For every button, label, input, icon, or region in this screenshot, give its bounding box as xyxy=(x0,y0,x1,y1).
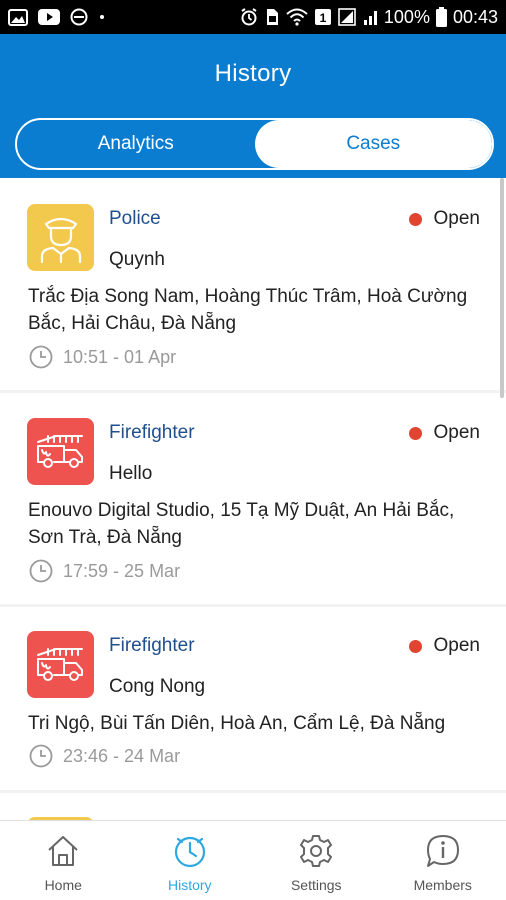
signal-icon xyxy=(338,8,358,26)
case-type: Firefighter xyxy=(109,635,195,656)
case-type: Police xyxy=(109,208,161,229)
gallery-icon xyxy=(8,8,28,26)
status-label: Open xyxy=(433,422,480,443)
history-clock-icon xyxy=(170,831,210,871)
battery-percent: 100% xyxy=(383,6,430,27)
nav-members[interactable]: Members xyxy=(380,821,506,900)
police-officer-icon xyxy=(27,204,94,271)
status-badge: Open xyxy=(408,422,480,444)
do-not-disturb-icon xyxy=(70,8,88,26)
case-card[interactable] xyxy=(0,793,506,820)
alarm-icon xyxy=(240,8,258,26)
scrollbar[interactable] xyxy=(500,178,504,398)
svg-text:1: 1 xyxy=(320,11,327,25)
segment-container: Analytics Cases xyxy=(0,114,506,178)
segmented-control: Analytics Cases xyxy=(15,118,494,170)
case-name: Quynh xyxy=(109,249,165,270)
status-badge: Open xyxy=(408,635,480,657)
nav-settings[interactable]: Settings xyxy=(253,821,380,900)
wifi-icon xyxy=(286,8,308,26)
case-time: 17:59 - 25 Mar xyxy=(29,559,180,583)
case-card[interactable]: Firefighter Open Hello Enouvo Digital St… xyxy=(0,393,506,604)
signal-bars-icon xyxy=(363,9,378,25)
nav-members-label: Members xyxy=(413,877,472,893)
info-chat-icon xyxy=(423,831,463,871)
case-time: 10:51 - 01 Apr xyxy=(29,345,176,369)
case-time-label: 23:46 - 24 Mar xyxy=(63,745,181,766)
home-icon xyxy=(43,831,83,871)
bottom-nav: Home History Settings Members xyxy=(0,820,506,900)
case-time: 23:46 - 24 Mar xyxy=(29,744,180,768)
nav-history-label: History xyxy=(167,877,212,893)
tab-cases[interactable]: Cases xyxy=(254,120,492,168)
nav-home[interactable]: Home xyxy=(0,821,127,900)
status-label: Open xyxy=(433,208,480,229)
status-badge: Open xyxy=(408,208,480,230)
app-header: History xyxy=(0,34,506,114)
status-dot-icon xyxy=(408,426,422,440)
battery-icon xyxy=(435,7,447,27)
case-type: Firefighter xyxy=(109,422,195,443)
fire-truck-icon xyxy=(27,631,94,698)
case-address: Enouvo Digital Studio, 15 Tạ Mỹ Duật, An… xyxy=(28,500,455,548)
youtube-icon xyxy=(38,9,60,25)
case-address: Tri Ngộ, Bùi Tấn Diên, Hoà An, Cẩm Lệ, Đ… xyxy=(28,713,446,734)
clock-icon xyxy=(29,744,53,768)
fire-truck-icon xyxy=(27,418,94,485)
status-bar: 1 100% 00:43 xyxy=(0,0,506,34)
gear-icon xyxy=(296,831,336,871)
page-title: History xyxy=(214,60,292,87)
case-time-label: 10:51 - 01 Apr xyxy=(63,346,177,367)
nav-settings-label: Settings xyxy=(290,877,342,893)
case-name: Hello xyxy=(109,463,153,484)
case-card[interactable]: Firefighter Open Cong Nong Tri Ngộ, Bùi … xyxy=(0,607,506,790)
sim-icon xyxy=(264,8,280,26)
nav-home-label: Home xyxy=(44,877,82,893)
clock-time: 00:43 xyxy=(452,6,498,27)
status-dot-icon xyxy=(408,212,422,226)
data-icon: 1 xyxy=(314,8,332,26)
status-label: Open xyxy=(433,635,480,656)
clock-icon xyxy=(29,345,53,369)
case-card[interactable]: Police Open Quynh Trắc Địa Song Nam, Hoà… xyxy=(0,178,506,390)
clock-icon xyxy=(29,559,53,583)
case-address: Trắc Địa Song Nam, Hoàng Thúc Trâm, Hoà … xyxy=(28,286,468,334)
tab-analytics[interactable]: Analytics xyxy=(17,120,255,168)
status-dot-icon xyxy=(408,639,422,653)
dot-icon xyxy=(98,13,106,21)
nav-history[interactable]: History xyxy=(127,821,254,900)
case-name: Cong Nong xyxy=(109,676,206,697)
case-list[interactable]: Police Open Quynh Trắc Địa Song Nam, Hoà… xyxy=(0,178,506,820)
case-time-label: 17:59 - 25 Mar xyxy=(63,560,181,581)
